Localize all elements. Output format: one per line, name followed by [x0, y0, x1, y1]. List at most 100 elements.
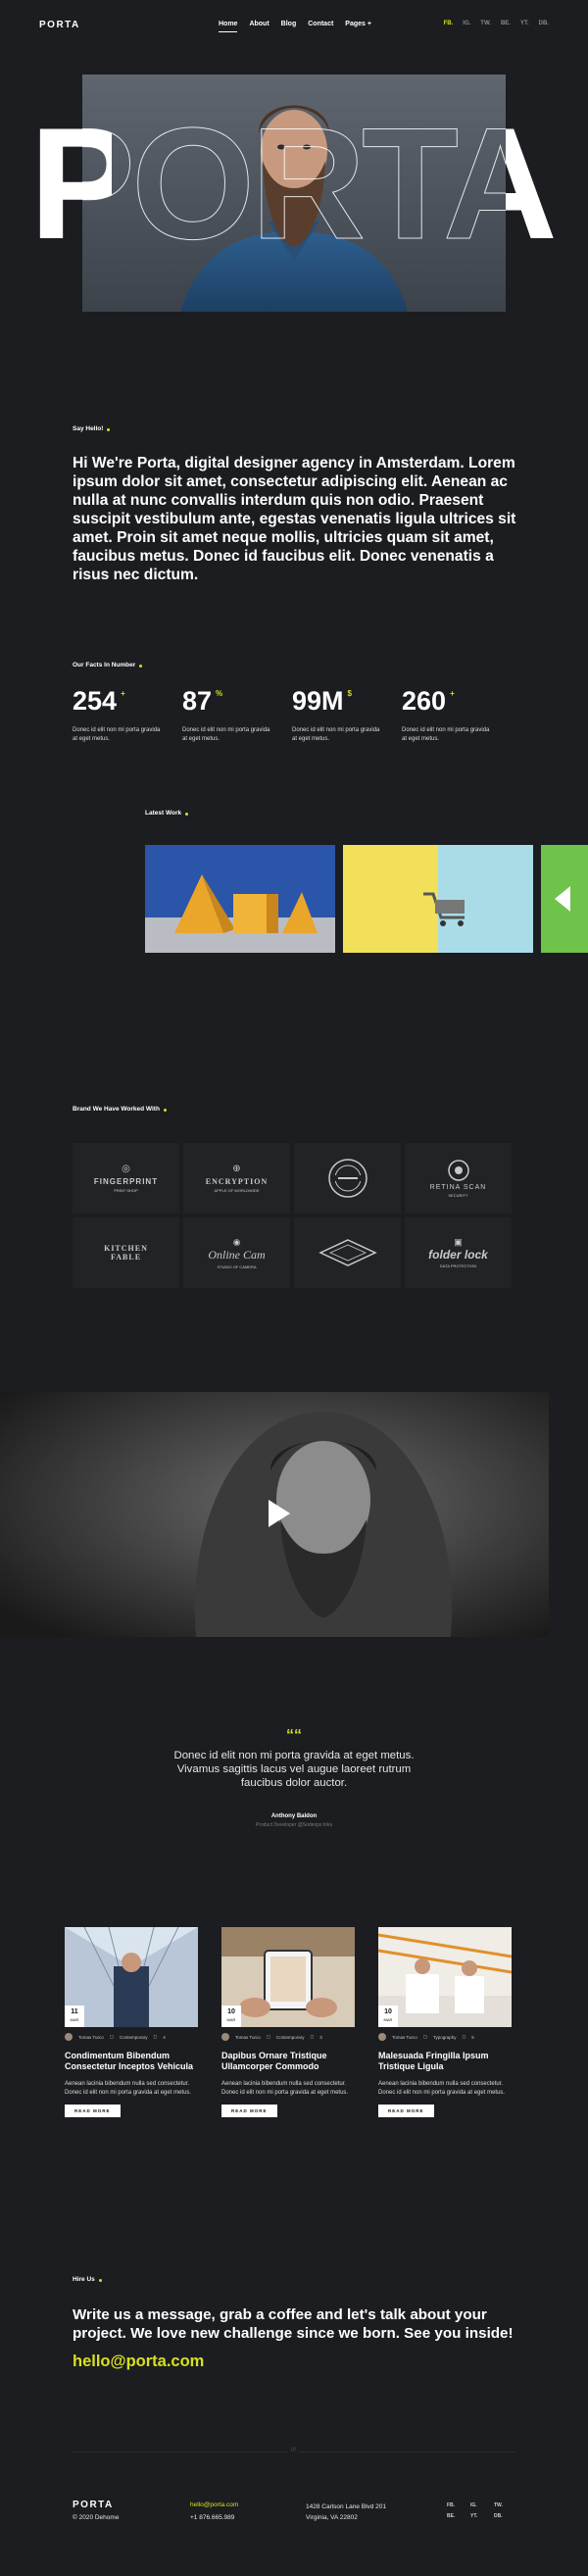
- divider-mark: ///: [288, 2448, 300, 2453]
- intro-kicker: Say Hello!: [73, 425, 111, 432]
- post-meta: Tomas Turco ▢ Contemporary ◻ 4: [65, 2033, 198, 2041]
- read-more-button[interactable]: READ MORE: [221, 2105, 277, 2117]
- work-item-cart[interactable]: [343, 845, 533, 953]
- social-behance[interactable]: BE.: [447, 2513, 470, 2519]
- brand-name: RETINA SCAN: [429, 1184, 487, 1191]
- brand-logo[interactable]: ⊕ ENCRYPTION APPLE OF WORLDWIDE: [183, 1143, 290, 1214]
- nav-contact[interactable]: Contact: [308, 21, 333, 27]
- brand-logo[interactable]: ◎ FINGERPRINT PRINT SHOP: [73, 1143, 179, 1214]
- social-dribbble[interactable]: DB.: [494, 2513, 517, 2519]
- fact-item: 99M $ Donec id elit non mi porta gravida …: [292, 686, 402, 743]
- testimonial-role: Product Developer @Sodexpo Inks: [255, 1822, 333, 1828]
- address-line-1: 1428 Carlson Lane Blvd 201: [306, 2503, 387, 2510]
- blog-card: 10 MAR Tomas Turco ▢ Contemporary ◻ 3 Dap…: [221, 1927, 355, 2117]
- social-instagram[interactable]: IG.: [463, 21, 470, 26]
- camera-icon: ◉: [232, 1236, 241, 1247]
- post-meta: Tomas Turco ▢ Typography ◻ 5: [378, 2033, 512, 2041]
- accent-dot-icon: [107, 428, 111, 431]
- post-excerpt: Aenean lacinia bibendum nulla sed consec…: [221, 2081, 349, 2096]
- fact-number: 254 +: [73, 686, 125, 716]
- post-author[interactable]: Tomas Turco: [78, 2035, 104, 2040]
- author-avatar: [221, 2033, 229, 2041]
- header-social: FB. IG. TW. BE. YT. DB.: [444, 21, 549, 26]
- play-icon[interactable]: [269, 1500, 290, 1527]
- hire-kicker: Hire Us: [73, 2276, 102, 2283]
- folder-icon: ▢: [266, 2034, 271, 2039]
- read-more-button[interactable]: READ MORE: [378, 2105, 434, 2117]
- post-author[interactable]: Tomas Turco: [392, 2035, 417, 2040]
- testimonial-quote: Donec id elit non mi porta gravida at eg…: [173, 1750, 415, 1789]
- social-behance[interactable]: BE.: [501, 21, 511, 26]
- intro-text: Hi We're Porta, digital designer agency …: [73, 455, 516, 583]
- work-kicker: Latest Work: [145, 810, 189, 817]
- post-title[interactable]: Malesuada Fringilla Ipsum Tristique Ligu…: [378, 2051, 512, 2072]
- work-item-green[interactable]: [541, 845, 588, 953]
- site-header: PORTA Home About Blog Contact Pages + FB…: [0, 0, 588, 49]
- post-title[interactable]: Condimentum Bibendum Consectetur Incepto…: [65, 2051, 198, 2072]
- brand-name: KITCHEN FABLE: [104, 1244, 148, 1262]
- brand-logo[interactable]: KITCHEN FABLE: [73, 1217, 179, 1288]
- accent-dot-icon: [185, 813, 189, 816]
- nav-home[interactable]: Home: [219, 21, 238, 32]
- social-twitter[interactable]: TW.: [494, 2502, 517, 2508]
- post-category[interactable]: Contemporary: [276, 2035, 305, 2040]
- brand-logo[interactable]: [294, 1217, 401, 1288]
- brand-name: ENCRYPTION: [205, 1177, 269, 1186]
- footer-social: FB. IG. TW. BE. YT. DB.: [447, 2502, 517, 2519]
- brand-sub: STUDIO OF CAMERA: [217, 1263, 257, 1269]
- read-more-button[interactable]: READ MORE: [65, 2105, 121, 2117]
- brand-name: folder lock: [428, 1248, 488, 1262]
- post-author[interactable]: Tomas Turco: [235, 2035, 261, 2040]
- brand-name: FINGERPRINT: [93, 1177, 159, 1186]
- author-avatar: [378, 2033, 386, 2041]
- social-twitter[interactable]: TW.: [480, 21, 491, 26]
- brand-sub: DATA PROTECTION: [439, 1263, 477, 1268]
- brand-name: Online Cam: [208, 1247, 266, 1262]
- footer-logo[interactable]: PORTA: [73, 2500, 114, 2510]
- fact-suffix: %: [216, 689, 223, 698]
- social-facebook[interactable]: FB.: [444, 21, 454, 26]
- fact-item: 254 + Donec id elit non mi porta gravida …: [73, 686, 182, 743]
- fact-suffix: +: [121, 689, 125, 698]
- post-comments: 3: [319, 2034, 322, 2040]
- fact-item: 260 + Donec id elit non mi porta gravida …: [402, 686, 512, 743]
- brand-sub: SECURITY: [448, 1193, 468, 1198]
- fact-item: 87% Donec id elit non mi porta gravida a…: [182, 686, 292, 743]
- testimonial-author: Anthony Baldon: [270, 1813, 318, 1819]
- blog-thumb-image[interactable]: 10 MAR: [221, 1927, 355, 2027]
- post-date-badge: 11 MAR: [65, 2006, 84, 2027]
- social-dribbble[interactable]: DB.: [539, 21, 549, 26]
- diamond-badge-icon: [318, 1239, 377, 1266]
- post-category[interactable]: Typography: [433, 2035, 457, 2040]
- brand-logo[interactable]: ▣ folder lock DATA PROTECTION: [405, 1217, 512, 1288]
- nav-about[interactable]: About: [249, 21, 269, 27]
- fingerprint-icon: ◎: [122, 1164, 130, 1174]
- brand-sub: PRINT SHOP: [114, 1188, 138, 1193]
- brand-logo[interactable]: RETINA SCAN SECURITY: [405, 1143, 512, 1214]
- brand-logo[interactable]: ◉ Online Cam STUDIO OF CAMERA: [183, 1217, 290, 1288]
- quote-icon: ““: [286, 1727, 302, 1744]
- footer-phone[interactable]: +1 876.665.989: [190, 2514, 234, 2521]
- blog-thumb-image[interactable]: 11 MAR: [65, 1927, 198, 2027]
- work-item-shapes[interactable]: [145, 845, 335, 953]
- nav-blog[interactable]: Blog: [281, 21, 297, 27]
- social-youtube[interactable]: YT.: [470, 2513, 494, 2519]
- nav-pages[interactable]: Pages +: [345, 21, 371, 27]
- hire-email-link[interactable]: hello@porta.com: [73, 2353, 204, 2371]
- social-facebook[interactable]: FB.: [447, 2502, 470, 2508]
- hero-big-title-outline: PORTA: [29, 95, 554, 272]
- site-logo[interactable]: PORTA: [39, 20, 80, 30]
- post-category[interactable]: Contemporary: [120, 2035, 148, 2040]
- comment-icon: ◻: [462, 2034, 466, 2039]
- post-meta: Tomas Turco ▢ Contemporary ◻ 3: [221, 2033, 355, 2041]
- social-youtube[interactable]: YT.: [520, 21, 529, 26]
- address-line-2: Virginia, VA 22802: [306, 2514, 358, 2521]
- brand-grid: ◎ FINGERPRINT PRINT SHOP ⊕ ENCRYPTION AP…: [73, 1143, 512, 1288]
- post-title[interactable]: Dapibus Ornare Tristique Ullamcorper Com…: [221, 2051, 355, 2072]
- brand-logo[interactable]: [294, 1143, 401, 1214]
- social-instagram[interactable]: IG.: [470, 2502, 494, 2508]
- fact-suffix: +: [450, 689, 455, 698]
- accent-dot-icon: [139, 665, 143, 668]
- footer-email-link[interactable]: hello@porta.com: [190, 2502, 238, 2508]
- blog-thumb-image[interactable]: 10 MAR: [378, 1927, 512, 2027]
